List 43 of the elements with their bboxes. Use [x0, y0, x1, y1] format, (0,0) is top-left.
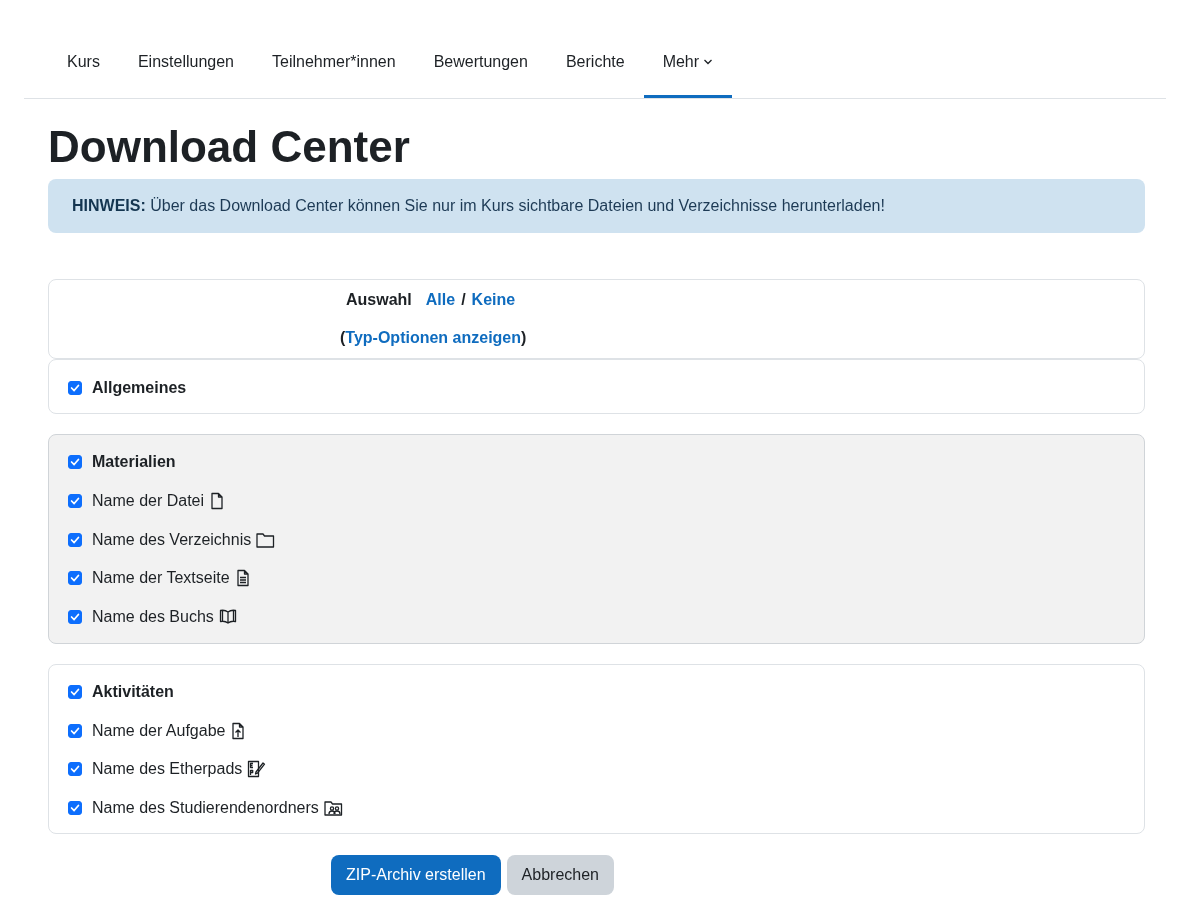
- type-options-link[interactable]: Typ-Optionen anzeigen: [345, 329, 522, 348]
- nav-tab[interactable]: Berichte: [546, 28, 644, 98]
- checkbox[interactable]: [68, 532, 82, 547]
- separator-text: /: [461, 291, 466, 310]
- section-title: Materialien: [92, 453, 176, 472]
- checkbox[interactable]: [68, 571, 82, 586]
- select-none-link[interactable]: Keine: [471, 291, 516, 310]
- folder-people-icon: [323, 798, 343, 817]
- checkbox[interactable]: [68, 380, 82, 395]
- checkbox[interactable]: [68, 494, 82, 509]
- notice-alert: HINWEIS: Über das Download Center können Sie nur im Kurs sichtbare Dateien und Verzeichnisse herunterladen!: [48, 179, 1145, 234]
- cancel-button[interactable]: Abbrechen: [506, 855, 614, 896]
- item-label: Name der Datei: [92, 492, 205, 511]
- parenthesis-text: (: [340, 329, 346, 348]
- create-zip-button[interactable]: ZIP-Archiv erstellen: [331, 855, 501, 896]
- select-all-link[interactable]: Alle: [425, 291, 456, 310]
- selection-label: Auswahl: [346, 291, 412, 310]
- item-label: Name des Studierendenordners: [92, 798, 319, 817]
- nav-tab[interactable]: Kurs: [48, 28, 119, 98]
- checkbox[interactable]: [68, 684, 82, 699]
- document-upload-icon: [230, 721, 247, 740]
- section-title: Allgemeines: [92, 378, 187, 397]
- nav-tab[interactable]: Einstellungen: [118, 28, 253, 98]
- file-icon: [209, 492, 226, 511]
- pad-pencil-icon: [247, 760, 267, 779]
- checkbox[interactable]: [68, 762, 82, 777]
- checkbox[interactable]: [68, 610, 82, 625]
- checkbox[interactable]: [68, 723, 82, 738]
- parenthesis-text: ): [521, 329, 527, 348]
- checkbox[interactable]: [68, 800, 82, 815]
- nav-tab[interactable]: Mehr: [643, 28, 733, 98]
- page-title: Download Center: [48, 123, 411, 172]
- item-label: Name der Textseite: [92, 569, 230, 588]
- text-page-icon: [234, 569, 251, 588]
- folder-icon: [256, 530, 276, 549]
- section-title: Aktivitäten: [92, 682, 174, 701]
- nav-tab[interactable]: Bewertungen: [414, 28, 547, 98]
- checkbox[interactable]: [68, 455, 82, 470]
- item-label: Name des Verzeichnis: [92, 530, 252, 549]
- item-label: Name des Buchs: [92, 608, 214, 627]
- nav-tab[interactable]: Teilnehmer*innen: [253, 28, 415, 98]
- item-label: Name der Aufgabe: [92, 721, 226, 740]
- item-label: Name des Etherpads: [92, 760, 243, 779]
